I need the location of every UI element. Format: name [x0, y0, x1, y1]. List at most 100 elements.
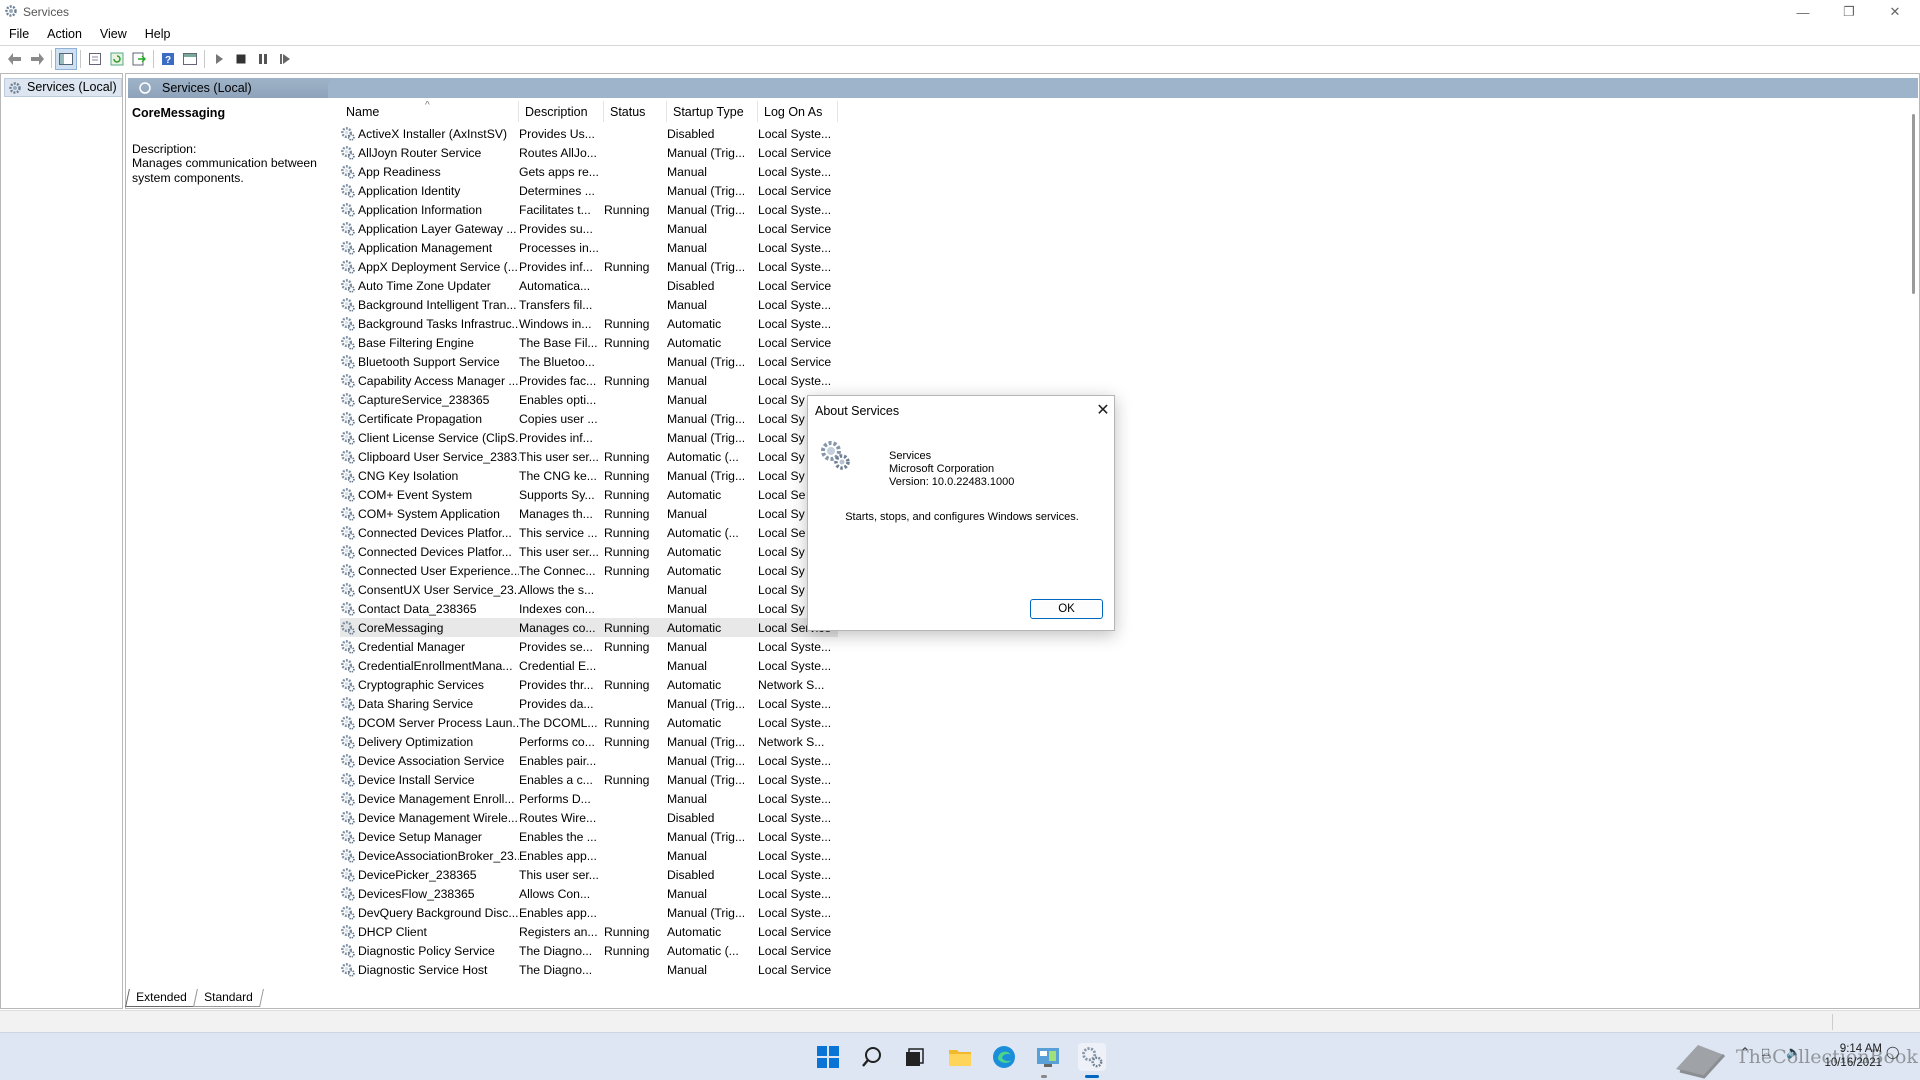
service-name: AllJoyn Router Service	[340, 145, 519, 161]
table-row[interactable]: ActiveX Installer (AxInstSV) Provides Us.…	[340, 124, 838, 143]
pause-service-icon[interactable]	[252, 48, 274, 70]
table-row[interactable]: Connected User Experience... The Connec..…	[340, 561, 838, 580]
stop-service-icon[interactable]	[230, 48, 252, 70]
table-row[interactable]: Diagnostic Policy Service The Diagno... Ru…	[340, 941, 838, 960]
table-row[interactable]: Connected Devices Platfor... This service…	[340, 523, 838, 542]
table-row[interactable]: DHCP Client Registers an... Running Automat…	[340, 922, 838, 941]
table-row[interactable]: Client License Service (ClipS... Provides…	[340, 428, 838, 447]
menu-file[interactable]: File	[0, 24, 38, 44]
table-row[interactable]: Device Setup Manager Enables the ... Manua…	[340, 827, 838, 846]
table-row[interactable]: DeviceAssociationBroker_23... Enables app…	[340, 846, 838, 865]
service-log-on-as: Local Syste...	[758, 791, 832, 806]
properties-icon[interactable]	[84, 48, 106, 70]
service-gear-icon	[340, 126, 356, 142]
search-icon[interactable]	[858, 1043, 886, 1071]
service-name-text: DevicePicker_238365	[358, 867, 477, 882]
file-explorer-icon[interactable]	[946, 1043, 974, 1071]
service-description: Provides inf...	[519, 259, 593, 274]
service-name-text: Application Identity	[358, 183, 461, 198]
export-list-icon[interactable]	[128, 48, 150, 70]
column-header-log-on-as[interactable]: Log On As	[758, 101, 838, 122]
table-row[interactable]: AllJoyn Router Service Routes AllJo... Man…	[340, 143, 838, 162]
table-row[interactable]: App Readiness Gets apps re... Manual Local …	[340, 162, 838, 181]
service-gear-icon	[340, 810, 356, 826]
table-row[interactable]: Certificate Propagation Copies user ... Ma…	[340, 409, 838, 428]
table-row[interactable]: Capability Access Manager ... Provides fa…	[340, 371, 838, 390]
control-panel-icon[interactable]	[1034, 1043, 1062, 1071]
tab-standard[interactable]: Standard	[192, 989, 264, 1007]
table-row[interactable]: DevQuery Background Disc... Enables app..…	[340, 903, 838, 922]
table-row[interactable]: ConsentUX User Service_23... Allows the s…	[340, 580, 838, 599]
column-header-status[interactable]: Status	[604, 101, 667, 122]
table-row[interactable]: Device Install Service Enables a c... Runn…	[340, 770, 838, 789]
column-header-startup-type[interactable]: Startup Type	[667, 101, 758, 122]
column-header-label: Name	[346, 105, 380, 119]
table-row[interactable]: COM+ Event System Supports Sy... Running Au…	[340, 485, 838, 504]
help-icon[interactable]: ?	[157, 48, 179, 70]
menu-view[interactable]: View	[91, 24, 136, 44]
start-service-icon[interactable]	[208, 48, 230, 70]
table-row[interactable]: CaptureService_238365 Enables opti... Manu…	[340, 390, 838, 409]
forward-arrow-icon[interactable]	[26, 48, 48, 70]
table-row[interactable]: Background Intelligent Tran... Transfers …	[340, 295, 838, 314]
mmc-console-icon[interactable]	[179, 48, 201, 70]
column-header-description[interactable]: Description	[519, 101, 604, 122]
service-status: Running	[604, 639, 650, 654]
table-row[interactable]: CredentialEnrollmentMana... Credential E.…	[340, 656, 838, 675]
notifications-icon[interactable]: ◯	[1886, 1045, 1899, 1059]
table-row[interactable]: Cryptographic Services Provides thr... Run…	[340, 675, 838, 694]
edge-browser-icon[interactable]	[990, 1043, 1018, 1071]
table-row[interactable]: Background Tasks Infrastruc... Windows in…	[340, 314, 838, 333]
close-window-button[interactable]: ✕	[1872, 0, 1918, 24]
menu-help[interactable]: Help	[136, 24, 180, 44]
restore-button[interactable]: ❐	[1826, 0, 1872, 24]
table-row[interactable]: CNG Key Isolation The CNG ke... Running Man…	[340, 466, 838, 485]
table-row[interactable]: COM+ System Application Manages th... Runn…	[340, 504, 838, 523]
table-row[interactable]: Device Management Wirele... Routes Wire..…	[340, 808, 838, 827]
taskbar-clock[interactable]: 9:14 AM 10/16/2021	[1812, 1042, 1882, 1070]
table-row[interactable]: Base Filtering Engine The Base Fil... Runn…	[340, 333, 838, 352]
table-row[interactable]: Diagnostic Service Host The Diagno... Manu…	[340, 960, 838, 979]
minimize-button[interactable]: —	[1780, 0, 1826, 24]
show-hide-tree-icon[interactable]	[55, 47, 77, 70]
refresh-icon[interactable]	[106, 48, 128, 70]
table-row[interactable]: DevicesFlow_238365 Allows Con... Manual Loc…	[340, 884, 838, 903]
table-row[interactable]: Connected Devices Platfor... This user se…	[340, 542, 838, 561]
network-icon[interactable]: □	[1762, 1045, 1769, 1059]
chevron-up-icon[interactable]: ⌃	[1740, 1045, 1750, 1059]
menu-action[interactable]: Action	[38, 24, 91, 44]
tab-extended[interactable]: Extended	[125, 989, 198, 1007]
table-row[interactable]: AppX Deployment Service (... Provides inf…	[340, 257, 838, 276]
table-row[interactable]: Application Identity Determines ... Manual…	[340, 181, 838, 200]
back-arrow-icon[interactable]	[4, 48, 26, 70]
table-row[interactable]: Bluetooth Support Service The Bluetoo... M…	[340, 352, 838, 371]
volume-icon[interactable]: 🔈	[1786, 1045, 1801, 1059]
table-row[interactable]: DevicePicker_238365 This user ser... Disab…	[340, 865, 838, 884]
table-row[interactable]: Application Information Facilitates t... R…	[340, 200, 838, 219]
table-row[interactable]: Credential Manager Provides se... Running M…	[340, 637, 838, 656]
table-row[interactable]: Data Sharing Service Provides da... Manual…	[340, 694, 838, 713]
about-dialog: About Services ✕ Services Microsoft Corp…	[807, 395, 1115, 631]
table-row[interactable]: Clipboard User Service_2383... This user …	[340, 447, 838, 466]
table-row[interactable]: Auto Time Zone Updater Automatica... Disab…	[340, 276, 838, 295]
table-row[interactable]: Delivery Optimization Performs co... Runni…	[340, 732, 838, 751]
table-row[interactable]: Device Management Enroll... Performs D...…	[340, 789, 838, 808]
table-row[interactable]: DCOM Server Process Laun... The DCOML... R…	[340, 713, 838, 732]
dialog-close-icon[interactable]: ✕	[1094, 401, 1112, 419]
table-row[interactable]: CoreMessaging Manages co... Running Automat…	[340, 618, 838, 637]
task-view-icon[interactable]	[900, 1043, 928, 1071]
table-row[interactable]: Application Layer Gateway ... Provides su…	[340, 219, 838, 238]
column-header-name[interactable]: ^ Name	[340, 101, 519, 122]
services-app-icon[interactable]	[1078, 1043, 1106, 1071]
table-row[interactable]: Application Management Processes in... Man…	[340, 238, 838, 257]
ok-button[interactable]: OK	[1030, 599, 1103, 619]
vertical-scrollbar[interactable]	[1912, 114, 1915, 294]
tree-item-services-local[interactable]: Services (Local)	[4, 78, 122, 97]
table-row[interactable]: Contact Data_238365 Indexes con... Manual L…	[340, 599, 838, 618]
service-name: Connected Devices Platfor...	[340, 525, 519, 541]
table-row[interactable]: Device Association Service Enables pair..…	[340, 751, 838, 770]
service-log-on-as: Local Syste...	[758, 753, 832, 768]
resume-service-icon[interactable]	[274, 48, 296, 70]
windows-start-icon[interactable]	[814, 1043, 842, 1071]
service-startup-type: Manual (Trig...	[667, 772, 746, 787]
